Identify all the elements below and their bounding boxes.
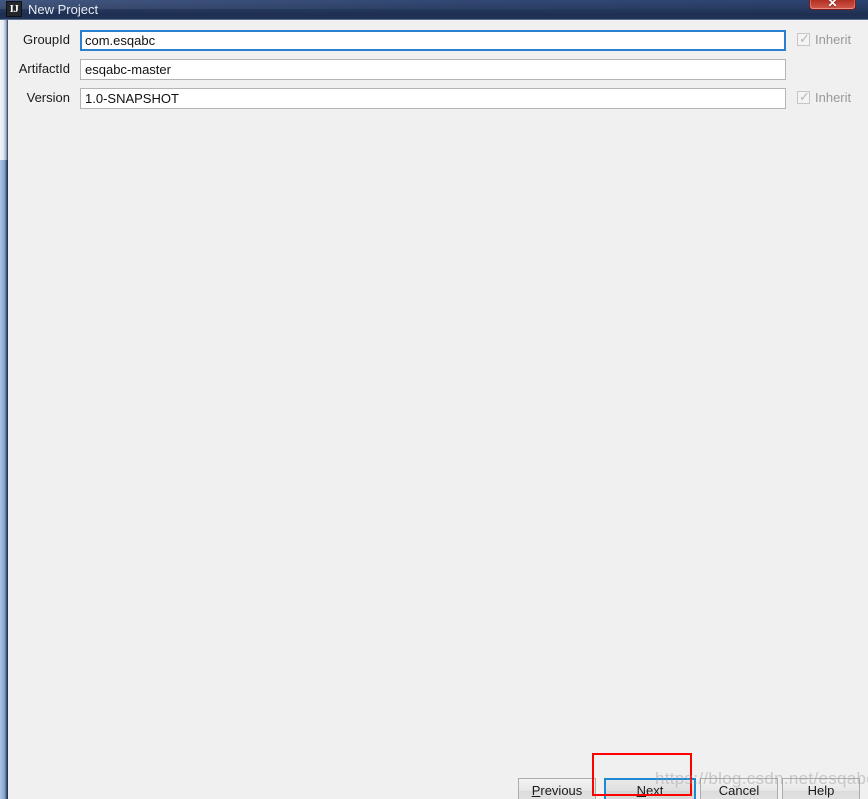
window-title: New Project [28, 2, 99, 17]
cancel-button-label: Cancel [718, 783, 760, 798]
previous-button[interactable]: Previous [518, 778, 596, 799]
groupid-inherit-checkbox[interactable]: ✓ Inherit [797, 31, 865, 50]
checkmark-icon: ✓ [799, 89, 810, 104]
help-button-label: Help [807, 783, 835, 798]
cancel-button[interactable]: Cancel [700, 778, 778, 799]
next-button[interactable]: Next [604, 778, 696, 799]
previous-button-label: revious [540, 783, 583, 798]
title-bar: IJ New Project [0, 0, 868, 20]
form-row-version: Version ✓ Inherit [8, 88, 868, 110]
artifactid-label: ArtifactId [18, 61, 70, 76]
version-input[interactable] [80, 88, 786, 109]
window-border-left-glass [0, 20, 8, 160]
close-icon: ✕ [827, 0, 838, 10]
help-button[interactable]: Help [782, 778, 860, 799]
new-project-dialog: IJ New Project ✕ GroupId ✓ Inherit Artif… [0, 0, 868, 799]
checkmark-icon: ✓ [799, 31, 810, 46]
next-button-mnemonic: N [636, 783, 647, 798]
version-label: Version [26, 90, 70, 105]
groupid-inherit-label: Inherit [815, 32, 852, 47]
title-bar-sheen [0, 0, 868, 9]
form-row-artifactid: ArtifactId [8, 59, 868, 81]
version-inherit-label: Inherit [815, 90, 852, 105]
checkbox-box: ✓ [797, 89, 810, 104]
dialog-content: GroupId ✓ Inherit ArtifactId Version ✓ I… [8, 21, 868, 799]
intellij-app-icon: IJ [6, 1, 22, 17]
checkbox-box: ✓ [797, 31, 810, 46]
artifactid-input[interactable] [80, 59, 786, 80]
groupid-input[interactable] [80, 30, 786, 51]
next-button-label: ext [646, 783, 664, 798]
form-row-groupid: GroupId ✓ Inherit [8, 30, 868, 52]
groupid-label: GroupId [23, 32, 70, 47]
close-button[interactable]: ✕ [809, 0, 856, 10]
version-inherit-checkbox[interactable]: ✓ Inherit [797, 89, 865, 108]
